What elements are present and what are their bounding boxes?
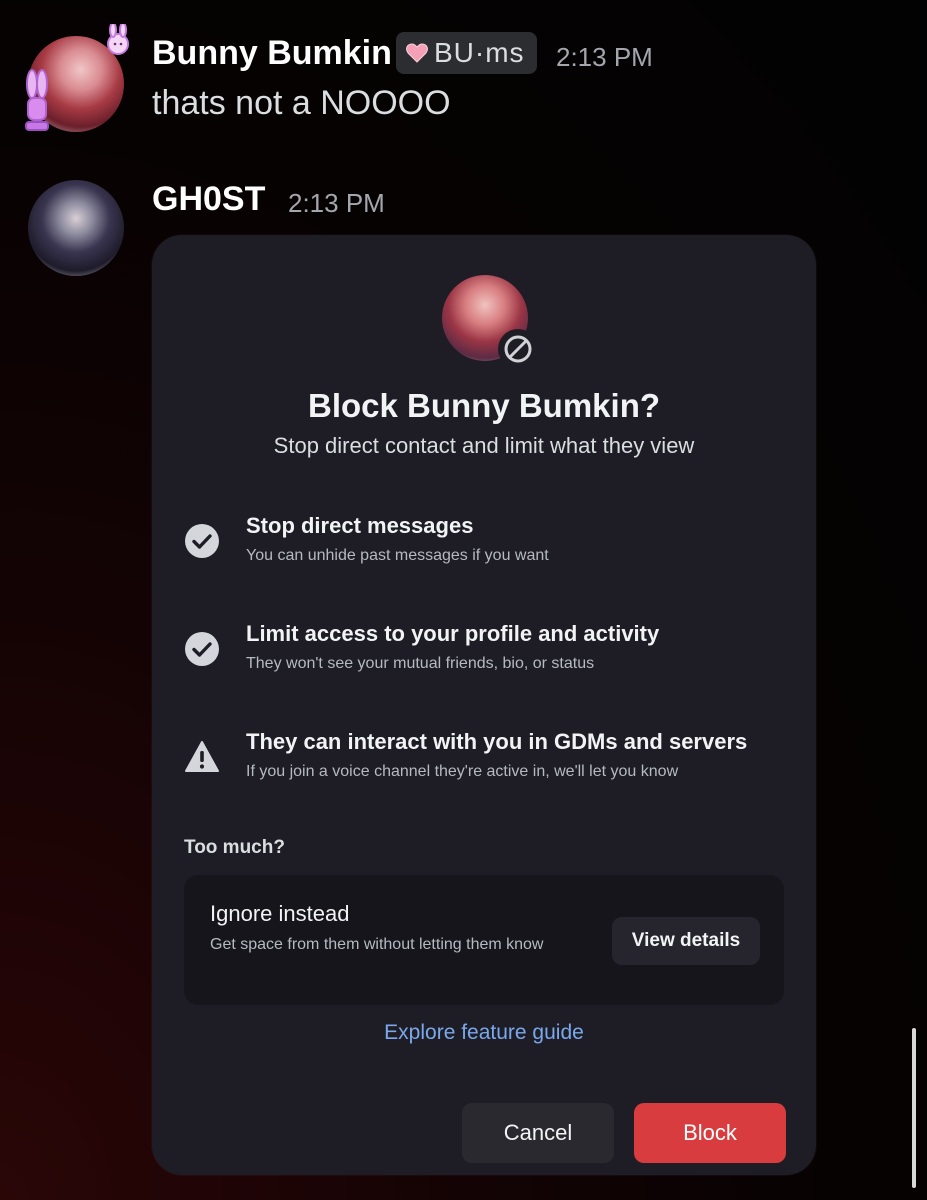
feature-title: Limit access to your profile and activit… xyxy=(246,621,660,646)
explore-feature-guide-link[interactable]: Explore feature guide xyxy=(152,1021,816,1045)
block-icon xyxy=(504,335,532,363)
timestamp: 2:13 PM xyxy=(288,188,385,218)
modal-subtitle: Stop direct contact and limit what they … xyxy=(273,433,695,458)
block-button[interactable]: Block xyxy=(634,1103,786,1163)
username[interactable]: Bunny Bumkin xyxy=(152,34,392,73)
username[interactable]: GH0ST xyxy=(152,180,265,219)
scrollbar[interactable] xyxy=(912,1028,916,1188)
check-circle-icon xyxy=(185,632,219,666)
block-user-modal: Block Bunny Bumkin? Stop direct contact … xyxy=(152,235,816,1175)
bunny-avatar-decoration-icon xyxy=(25,24,129,131)
ignore-instead-card: Ignore instead Get space from them witho… xyxy=(184,875,784,1005)
heart-icon xyxy=(406,43,428,63)
timestamp: 2:13 PM xyxy=(556,42,653,72)
feature-description: They won't see your mutual friends, bio,… xyxy=(246,655,595,672)
cancel-button[interactable]: Cancel xyxy=(462,1103,614,1163)
feature-description: You can unhide past messages if you want xyxy=(246,547,549,564)
view-details-button[interactable]: View details xyxy=(612,917,760,965)
warning-triangle-icon xyxy=(185,741,219,772)
avatar[interactable] xyxy=(28,180,124,276)
feature-description: If you join a voice channel they're acti… xyxy=(246,763,679,780)
ignore-title: Ignore instead xyxy=(210,901,350,926)
check-circle-icon xyxy=(185,524,219,558)
ignore-description: Get space from them without letting them… xyxy=(210,936,544,953)
block-badge xyxy=(498,329,538,369)
clan-tag-badge[interactable]: BU·ms xyxy=(396,32,537,74)
feature-title: They can interact with you in GDMs and s… xyxy=(246,729,748,754)
modal-title: Block Bunny Bumkin? xyxy=(307,387,661,424)
clan-tag-text: BU·ms xyxy=(434,37,525,68)
message-text: thats not a NOOOO xyxy=(152,84,451,122)
too-much-label: Too much? xyxy=(184,837,285,858)
feature-title: Stop direct messages xyxy=(246,513,474,538)
